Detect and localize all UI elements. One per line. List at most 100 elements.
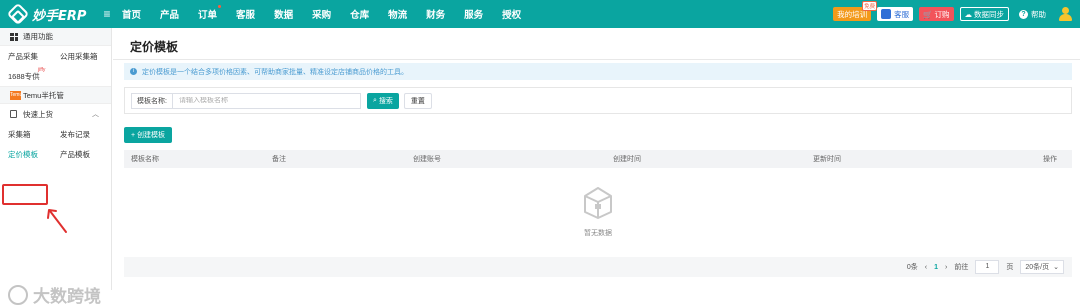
top-bar: 妙手ERP ≡ 首页 产品 订单 客服 数据 采购 仓库 物流 财务 服务 授权… <box>0 0 1080 28</box>
template-name-field: 模板名称: <box>131 92 361 109</box>
sidebar-item-publish-records[interactable]: 发布记录 <box>52 129 104 140</box>
sidebar-item-1688-label: 1688专供 <box>8 71 40 81</box>
search-icon: ⌕ <box>373 96 377 104</box>
hamburger-menu-icon[interactable]: ≡ <box>98 7 116 21</box>
main-content: 定价模板 i 定价模板是一个结合多项价格因素、可帮助商家批量、精准设定店铺商品价… <box>113 28 1080 290</box>
data-sync-button[interactable]: ☁ 数据同步 <box>959 7 1009 21</box>
notification-dot <box>218 5 222 8</box>
empty-box-icon <box>584 186 612 219</box>
goto-label: 前往 <box>954 264 969 271</box>
sidebar-item-public-box[interactable]: 公用采集箱 <box>52 51 104 62</box>
nav-logistics[interactable]: 物流 <box>388 7 407 21</box>
search-button[interactable]: ⌕ 搜索 <box>367 92 399 109</box>
nav-services[interactable]: 服务 <box>464 7 483 21</box>
page-size-select[interactable]: 20条/页 ⌄ <box>1020 260 1064 274</box>
template-name-label: 模板名称: <box>132 93 173 108</box>
user-avatar-icon[interactable] <box>1058 6 1074 22</box>
sidebar-row: 采集箱 发布记录 <box>0 124 111 144</box>
brand-name: 妙手ERP <box>32 8 87 24</box>
page-number-button[interactable]: 1 <box>934 264 938 271</box>
nav-orders-label: 订单 <box>198 10 218 21</box>
highlight-box <box>2 184 48 205</box>
sidebar-item-product-template[interactable]: 产品模板 <box>52 149 104 160</box>
info-icon: i <box>130 68 137 75</box>
table-header: 模板名称 备注 创建账号 创建时间 更新时间 操作 <box>124 150 1072 168</box>
watermark-logo-icon <box>8 284 28 305</box>
training-button[interactable]: 我的培训 免费 <box>833 1 878 21</box>
page-size-label: 20条/页 <box>1025 264 1050 271</box>
empty-state: 暂无数据 <box>124 168 1072 253</box>
search-panel: 模板名称: ⌕ 搜索 重置 <box>124 87 1072 114</box>
cloud-icon: ☁ <box>964 9 973 19</box>
sidebar-item-collection-box[interactable]: 采集箱 <box>0 129 52 140</box>
sidebar-group-temu[interactable]: Temu Temu半托管 <box>0 86 111 104</box>
create-template-button[interactable]: + 创建模板 <box>124 127 173 143</box>
sidebar-group-temu-label: Temu半托管 <box>23 90 64 100</box>
pagination: 0条 ‹ 1 › 前往 1 页 20条/页 ⌄ <box>124 257 1072 277</box>
sidebar-item-pricing-template[interactable]: 定价模板 <box>0 149 52 160</box>
cart-icon: 🛒 <box>923 9 933 19</box>
sidebar-group-quick-label: 快速上货 <box>23 109 53 119</box>
sidebar-item-1688-superscript: jiffy <box>38 67 46 73</box>
sidebar-row: 定价模板 产品模板 <box>0 144 111 164</box>
nav-orders[interactable]: 订单 <box>198 5 222 21</box>
subscribe-label: 订购 <box>934 9 950 19</box>
column-created-time: 创建时间 <box>613 156 641 163</box>
page-jump-input[interactable]: 1 <box>975 260 1000 274</box>
column-actions: 操作 <box>1043 156 1057 163</box>
reset-button[interactable]: 重置 <box>403 92 432 109</box>
nav-authorization[interactable]: 授权 <box>502 7 521 21</box>
nav-data[interactable]: 数据 <box>274 7 293 21</box>
page-unit-label: 页 <box>1006 264 1014 271</box>
next-page-button[interactable]: › <box>945 264 947 271</box>
sidebar: 通用功能 产品采集 公用采集箱 1688专供 jiffy Temu Temu半托… <box>0 28 112 307</box>
pointer-arrow-icon <box>47 209 67 233</box>
sidebar-group-quick-listing[interactable]: 快速上货 ︿ <box>0 104 111 124</box>
help-label: 帮助 <box>1031 9 1046 19</box>
prev-page-button[interactable]: ‹ <box>925 264 927 271</box>
subscribe-button[interactable]: 🛒 订购 <box>919 7 954 21</box>
sidebar-group-common-label: 通用功能 <box>23 32 53 41</box>
service-avatar-icon <box>881 9 892 19</box>
logo-icon <box>6 2 30 26</box>
divider <box>113 59 1080 60</box>
page-title: 定价模板 <box>130 40 179 54</box>
avatar-body <box>1059 14 1072 21</box>
bag-icon <box>10 110 17 118</box>
customer-service-label: 客服 <box>894 9 910 19</box>
search-button-label: 搜索 <box>378 97 393 105</box>
total-count: 0条 <box>906 264 918 271</box>
info-text: 定价模板是一个结合多项价格因素、可帮助商家批量、精准设定店铺商品价格的工具。 <box>142 68 408 76</box>
column-creator: 创建账号 <box>413 156 441 163</box>
data-sync-label: 数据同步 <box>974 9 1004 19</box>
avatar-head <box>1062 7 1069 14</box>
column-updated-time: 更新时间 <box>813 156 841 163</box>
temu-logo-icon: Temu <box>10 90 23 100</box>
help-button[interactable]: ? 帮助 <box>1015 7 1050 21</box>
column-remark: 备注 <box>272 156 286 163</box>
nav-customer-service[interactable]: 客服 <box>236 7 255 21</box>
watermark: 大数跨境 <box>8 282 101 307</box>
sidebar-item-product-collect[interactable]: 产品采集 <box>0 51 52 62</box>
nav-products[interactable]: 产品 <box>160 7 179 21</box>
templates-table: 模板名称 备注 创建账号 创建时间 更新时间 操作 <box>124 150 1072 168</box>
free-badge: 免费 <box>862 1 878 11</box>
chevron-up-icon: ︿ <box>92 111 99 118</box>
grid-icon <box>10 32 18 41</box>
template-name-input[interactable] <box>172 97 343 104</box>
nav-warehouse[interactable]: 仓库 <box>350 7 369 21</box>
nav-purchase[interactable]: 采购 <box>312 7 331 21</box>
empty-text: 暂无数据 <box>584 229 612 237</box>
main-nav: 首页 产品 订单 客服 数据 采购 仓库 物流 财务 服务 授权 <box>122 5 540 21</box>
column-template-name: 模板名称 <box>131 156 159 163</box>
customer-service-button[interactable]: 客服 <box>877 7 914 21</box>
nav-home[interactable]: 首页 <box>122 7 141 21</box>
chevron-down-icon: ⌄ <box>1053 264 1059 271</box>
sidebar-group-common[interactable]: 通用功能 <box>0 28 111 46</box>
watermark-text: 大数跨境 <box>33 287 101 307</box>
info-banner: i 定价模板是一个结合多项价格因素、可帮助商家批量、精准设定店铺商品价格的工具。 <box>124 63 1072 80</box>
brand[interactable]: 妙手ERP <box>0 2 98 26</box>
sidebar-row: 产品采集 公用采集箱 <box>0 46 111 66</box>
sidebar-item-1688[interactable]: 1688专供 jiffy <box>0 66 111 86</box>
nav-finance[interactable]: 财务 <box>426 7 445 21</box>
